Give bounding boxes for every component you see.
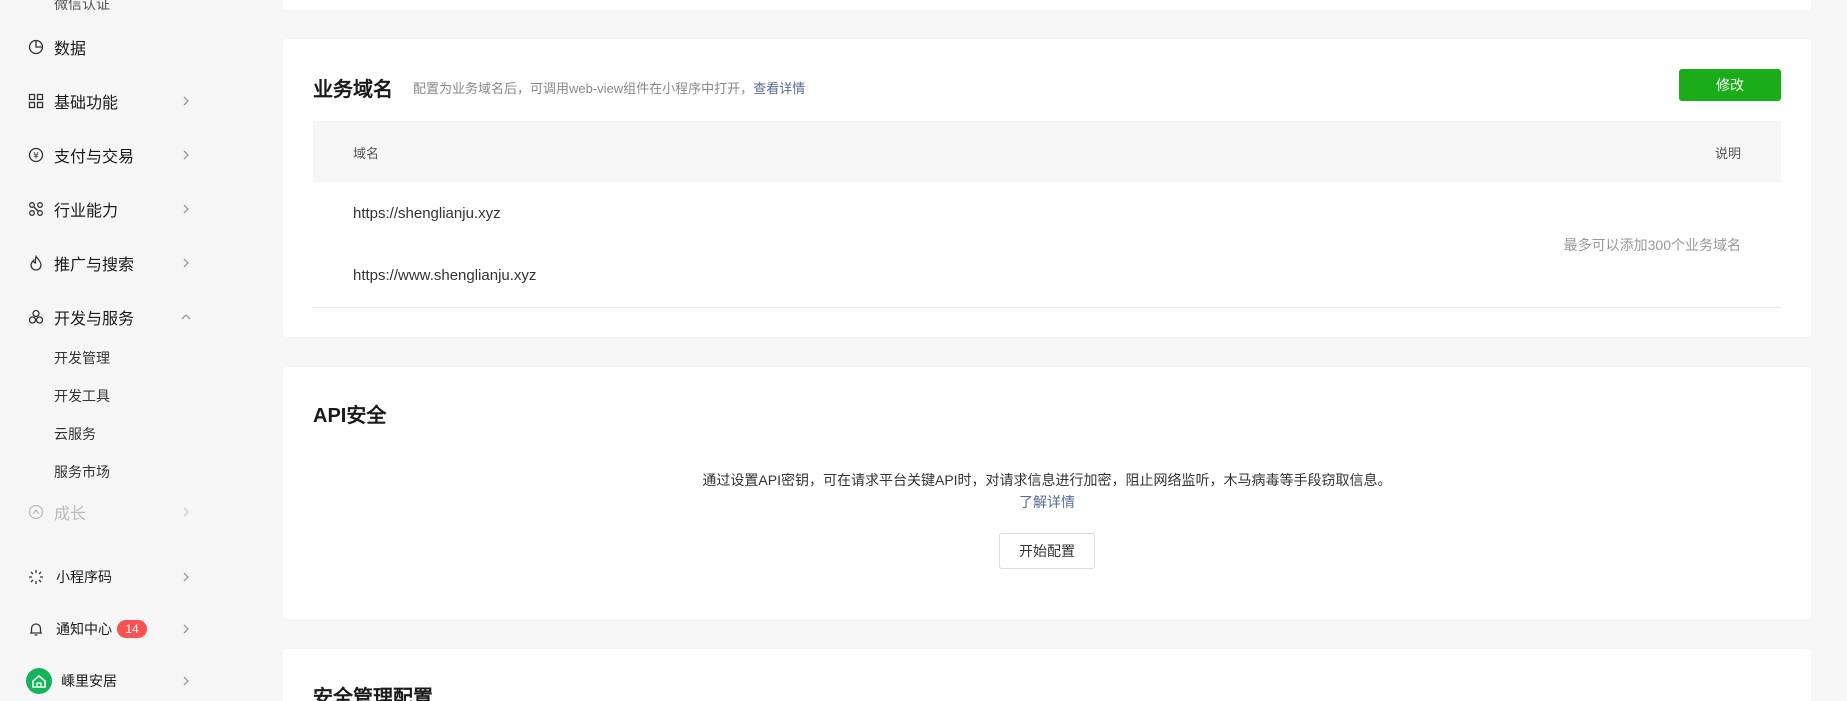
domain-limit-note: 最多可以添加300个业务域名: [1563, 237, 1741, 253]
business-domain-card: 业务域名 配置为业务域名后，可调用web-view组件在小程序中打开，查看详情 …: [283, 39, 1811, 337]
chevron-right-icon: [183, 676, 189, 686]
account-avatar: [26, 668, 52, 694]
flame-icon: [27, 254, 45, 272]
learn-more-row: 了解详情: [283, 492, 1811, 512]
domain-entry: https://www.shenglianju.xyz: [353, 267, 537, 284]
nodes-icon: [27, 200, 45, 218]
table-header: 域名 说明: [313, 121, 1781, 182]
section-title: 安全管理配置: [313, 687, 433, 701]
sidebar-subitem-dev-tools[interactable]: 开发工具: [54, 386, 110, 406]
sidebar-item-label: 行业能力: [54, 203, 119, 220]
sidebar-item-label: 支付与交易: [54, 149, 135, 166]
chevron-right-icon: [183, 150, 189, 160]
view-details-link[interactable]: 查看详情: [753, 81, 805, 96]
sidebar-item-label: 基础功能: [54, 95, 119, 112]
section-description: 配置为业务域名后，可调用web-view组件在小程序中打开，查看详情: [413, 78, 805, 97]
chevron-right-icon: [183, 507, 189, 517]
edit-domain-button[interactable]: 修改: [1679, 69, 1781, 101]
sidebar-item-miniprogram-code[interactable]: 小程序码: [0, 562, 200, 592]
growth-icon: [27, 503, 45, 521]
sidebar-item-notifications[interactable]: 通知中心 14: [0, 614, 200, 644]
sun-code-icon: [27, 568, 45, 586]
chevron-right-icon: [183, 258, 189, 268]
api-security-description: 通过设置API密钥，可在请求平台关键API时，对请求信息进行加密，阻止网络监听，…: [702, 472, 1392, 488]
column-header-domain: 域名: [353, 146, 380, 161]
house-icon: [32, 675, 46, 688]
cluster-icon: [27, 308, 45, 326]
sidebar-item-growth[interactable]: 成长: [0, 497, 200, 527]
sidebar-subitem-cloud[interactable]: 云服务: [54, 424, 96, 444]
chevron-right-icon: [183, 96, 189, 106]
chevron-right-icon: [183, 572, 189, 582]
chevron-up-icon: [181, 314, 191, 320]
bell-icon: [27, 620, 45, 638]
domain-entry: https://shenglianju.xyz: [353, 205, 501, 222]
sidebar: 微信认证 数据 基础功能 ¥ 支付与交易 行业能力 推广与搜索 开发与服务 开发…: [0, 0, 272, 701]
sidebar-item-account[interactable]: 嵊里安居: [0, 666, 200, 696]
domain-table: 域名 说明 https://shenglianju.xyz https://ww…: [313, 121, 1781, 308]
api-security-card: API安全 通过设置API密钥，可在请求平台关键API时，对请求信息进行加密，阻…: [283, 367, 1811, 619]
sidebar-item-label: 小程序码: [56, 569, 112, 585]
previous-section-card: [283, 0, 1811, 10]
sidebar-item-dev-services[interactable]: 开发与服务: [0, 302, 200, 332]
chevron-right-icon: [183, 624, 189, 634]
pie-chart-icon: [27, 38, 45, 56]
sidebar-item-label: 数据: [54, 41, 87, 58]
yuan-coin-icon: ¥: [27, 146, 45, 164]
app-root: 微信认证 数据 基础功能 ¥ 支付与交易 行业能力 推广与搜索 开发与服务 开发…: [0, 0, 1847, 701]
sidebar-item-label: 推广与搜索: [54, 257, 135, 274]
learn-more-link[interactable]: 了解详情: [1019, 494, 1075, 510]
sidebar-item-payment[interactable]: ¥ 支付与交易: [0, 140, 200, 170]
sidebar-item-label: 通知中心: [56, 621, 112, 637]
notification-count-badge: 14: [117, 620, 147, 638]
security-management-card: 安全管理配置: [283, 649, 1811, 701]
description-text: 配置为业务域名后，可调用web-view组件在小程序中打开，: [413, 81, 754, 96]
sidebar-item-basic-functions[interactable]: 基础功能: [0, 86, 200, 116]
sidebar-item-label: 成长: [54, 506, 87, 523]
sidebar-subitem-dev-management[interactable]: 开发管理: [54, 348, 110, 368]
grid-icon: [27, 92, 45, 110]
sidebar-subitem-wechat-auth[interactable]: 微信认证: [54, 0, 110, 14]
table-body: https://shenglianju.xyz https://www.shen…: [313, 182, 1781, 308]
section-title: API安全: [313, 405, 387, 427]
column-header-note: 说明: [1714, 146, 1741, 161]
sidebar-item-label: 开发与服务: [54, 311, 135, 328]
start-config-button[interactable]: 开始配置: [999, 533, 1095, 569]
svg-text:¥: ¥: [33, 152, 39, 162]
sidebar-subitem-service-market[interactable]: 服务市场: [54, 462, 110, 482]
section-title: 业务域名: [313, 79, 393, 101]
sidebar-item-industry[interactable]: 行业能力: [0, 194, 200, 224]
chevron-right-icon: [183, 204, 189, 214]
sidebar-item-data[interactable]: 数据: [0, 32, 200, 62]
account-name: 嵊里安居: [61, 673, 117, 689]
sidebar-item-promotion[interactable]: 推广与搜索: [0, 248, 200, 278]
